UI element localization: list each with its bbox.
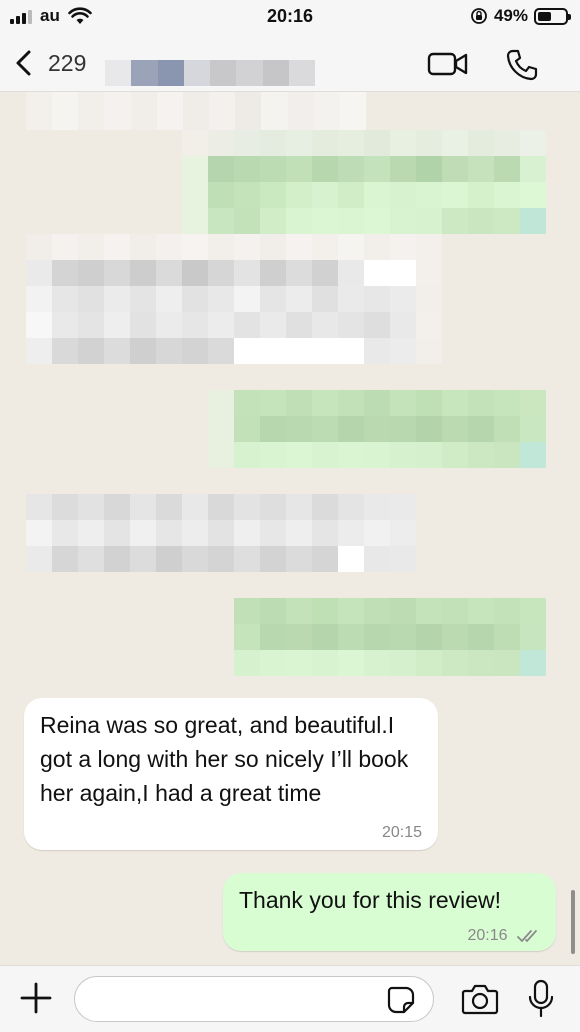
back-chevron-icon[interactable] [12,48,36,78]
incoming-message-bubble[interactable]: Reina was so great, and beautiful.I got … [24,698,438,850]
message-meta: 20:16 [468,927,543,945]
redacted-message [182,130,546,234]
status-right: 49% [470,6,571,26]
composer-bar [0,965,580,1032]
battery-icon [534,7,571,25]
status-bar: au 20:16 49% [0,0,580,34]
phone-icon[interactable] [505,48,539,82]
message-text: Thank you for this review! [239,887,502,913]
message-time: 20:15 [381,824,422,841]
chat-header: 229 online [0,34,580,92]
redacted-message [26,234,442,364]
message-text: Reina was so great, and beautiful.I got … [40,712,409,806]
outgoing-message-bubble[interactable]: Thank you for this review! 20:16 [223,873,556,951]
camera-icon[interactable] [461,983,499,1015]
contact-name[interactable]: 229 [48,50,86,77]
microphone-icon[interactable] [526,979,556,1019]
redacted-message [26,494,416,572]
video-camera-icon[interactable] [427,50,469,78]
redacted-message [26,92,366,130]
plus-icon[interactable] [18,980,54,1016]
redacted-message [234,598,546,676]
sticker-icon[interactable] [386,985,416,1015]
read-receipt-icon [517,929,537,943]
chat-area[interactable]: Reina was so great, and beautiful.I got … [0,92,580,965]
battery-level [538,11,551,21]
orientation-lock-icon [471,8,487,24]
message-time: 20:16 [467,927,508,944]
battery-percent: 49% [493,6,528,25]
message-input[interactable] [74,976,434,1022]
redacted-contact-info [105,60,315,86]
redacted-message [208,390,546,468]
scrollbar[interactable] [571,890,575,954]
